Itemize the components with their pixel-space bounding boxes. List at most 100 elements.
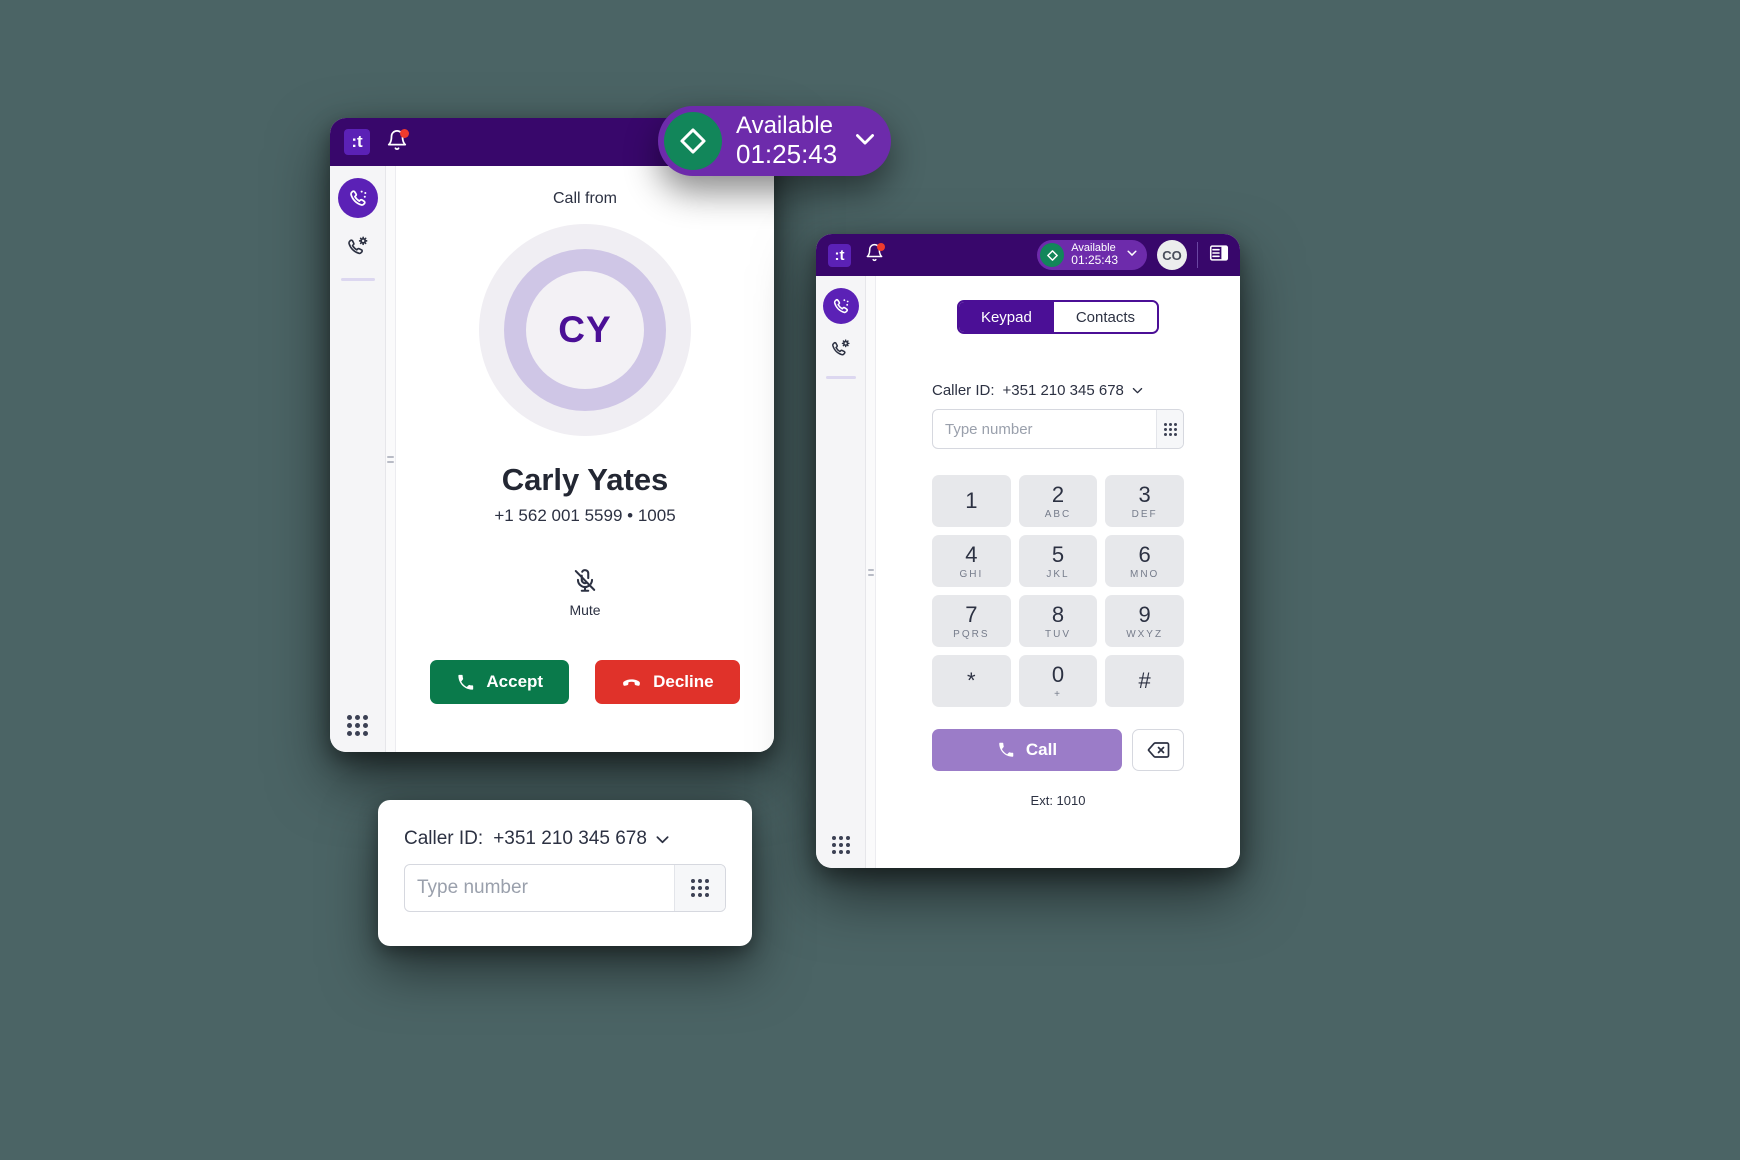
key-digit: 9 [1138, 602, 1151, 627]
tab-keypad[interactable]: Keypad [958, 302, 1054, 332]
key-letters: WXYZ [1126, 629, 1164, 640]
extension-label: Ext: 1010 [1030, 793, 1086, 808]
avatar-ring: CY [504, 249, 666, 411]
caller-id-row: Caller ID: +351 210 345 678 [932, 382, 1184, 399]
key-5[interactable]: 5 JKL [1018, 535, 1098, 587]
backspace-button[interactable] [1132, 729, 1184, 771]
caller-id-value: +351 210 345 678 [1002, 382, 1124, 399]
key-star[interactable]: * [932, 655, 1011, 707]
incoming-call-body: Call from CY Carly Yates +1 562 001 5599… [330, 166, 774, 752]
caller-id-row: Caller ID: +351 210 345 678 [404, 828, 726, 850]
caller-id-select[interactable]: +351 210 345 678 [1003, 382, 1145, 399]
status-pill[interactable]: Available 01:25:43 [658, 106, 892, 176]
mute-button[interactable]: Mute [569, 568, 601, 618]
sidebar-item-call-settings[interactable] [823, 330, 859, 366]
left-nav-rail [816, 276, 866, 868]
decline-label: Decline [653, 672, 714, 691]
number-input-group [404, 864, 726, 912]
key-9[interactable]: 9 WXYZ [1105, 595, 1184, 647]
key-8[interactable]: 8 TUV [1018, 595, 1098, 647]
call-from-label: Call from [552, 190, 617, 207]
status-text: Available 01:25:43 [1071, 242, 1118, 267]
dialer-header-right: Available 01:25:43 CO [1037, 240, 1240, 270]
status-text: Available 01:25:43 [736, 112, 837, 169]
caller-id-label: Caller ID: [932, 382, 995, 399]
key-letters: GHI [959, 569, 984, 580]
app-logo: :t [344, 129, 370, 155]
status-pill-compact[interactable]: Available 01:25:43 [1037, 240, 1147, 270]
sidebar-item-call-settings[interactable] [338, 226, 378, 266]
left-nav-rail [330, 166, 386, 752]
rail-divider [340, 278, 375, 281]
microphone-off-icon [574, 569, 596, 592]
dialer-window: :t Available 01:25:43 CO Keypad Contacts… [816, 234, 1240, 868]
sidebar-item-call-history[interactable] [822, 288, 859, 324]
accept-button[interactable]: Accept [430, 660, 570, 704]
key-digit: 0 [1051, 662, 1065, 687]
resize-grip [867, 568, 874, 576]
screen: :t Call from CY Carly Yates +1 562 001 5… [0, 0, 1740, 1160]
dialpad-icon[interactable] [1156, 410, 1183, 448]
bell-icon[interactable] [865, 243, 885, 267]
key-digit: * [967, 667, 976, 693]
key-2[interactable]: 2 ABC [1018, 475, 1098, 527]
phone-hangup-icon [623, 678, 641, 686]
panel-resize-handle[interactable] [386, 166, 396, 752]
dial-card: Caller ID: +351 210 345 678 [378, 800, 752, 946]
sidebar-item-call-history[interactable] [337, 178, 378, 218]
key-7[interactable]: 7 PQRS [932, 595, 1011, 647]
incoming-call-window: :t Call from CY Carly Yates +1 562 001 5… [330, 118, 774, 752]
key-digit: 7 [965, 602, 978, 627]
decline-button[interactable]: Decline [595, 660, 740, 704]
avatar[interactable]: CO [1157, 240, 1187, 270]
key-letters: DEF [1131, 509, 1158, 520]
key-letters: JKL [1046, 569, 1070, 580]
caller-name: Carly Yates [501, 462, 669, 497]
chevron-down-icon [656, 835, 669, 843]
chevron-down-icon[interactable] [1125, 246, 1139, 265]
accept-label: Accept [486, 672, 544, 691]
key-letters: + [1054, 689, 1062, 700]
key-4[interactable]: 4 GHI [932, 535, 1011, 587]
caller-number: +1 562 001 5599 • 1005 [494, 506, 676, 525]
notification-dot [877, 243, 885, 251]
key-0[interactable]: 0 + [1018, 655, 1098, 707]
key-6[interactable]: 6 MNO [1105, 535, 1184, 587]
dialpad-icon[interactable] [674, 865, 725, 911]
layout-panel-icon[interactable] [1208, 242, 1230, 269]
dialpad-icon[interactable] [831, 836, 850, 854]
backspace-icon [1147, 742, 1170, 758]
key-digit: # [1138, 667, 1151, 693]
key-digit: 6 [1138, 542, 1151, 567]
tab-contacts[interactable]: Contacts [1053, 302, 1158, 332]
panel-resize-handle[interactable] [866, 276, 876, 868]
dialer-tabs: Keypad Contacts [956, 300, 1160, 334]
call-button[interactable]: Call [932, 729, 1122, 771]
key-digit: 3 [1138, 482, 1151, 507]
mute-label: Mute [569, 602, 601, 618]
keypad: 1 2 ABC 3 DEF 4 GHI 5 JKL 6 MNO 7 PQRS 8 TUV 9 W… [932, 475, 1184, 707]
key-3[interactable]: 3 DEF [1105, 475, 1184, 527]
status-timer: 01:25:43 [1071, 253, 1118, 268]
key-1[interactable]: 1 [932, 475, 1011, 527]
key-digit: 2 [1051, 482, 1065, 507]
chevron-down-icon [1132, 387, 1143, 394]
key-digit: 5 [1051, 542, 1065, 567]
search-input[interactable] [405, 865, 674, 911]
key-letters: TUV [1044, 629, 1071, 640]
dialpad-icon[interactable] [347, 715, 368, 736]
caller-id-value: +351 210 345 678 [493, 828, 647, 849]
chevron-down-icon[interactable] [851, 125, 879, 158]
search-input[interactable] [933, 410, 1156, 448]
resize-grip [387, 455, 394, 463]
dialer-main: Keypad Contacts Caller ID: +351 210 345 … [876, 276, 1240, 868]
avatar-initials: CY [526, 271, 644, 389]
key-digit: 8 [1051, 602, 1065, 627]
key-hash[interactable]: # [1105, 655, 1184, 707]
dialer-header: :t Available 01:25:43 CO [816, 234, 1240, 276]
caller-avatar: CY [479, 224, 691, 436]
diamond-icon [664, 112, 722, 170]
caller-id-select[interactable]: +351 210 345 678 [493, 828, 672, 850]
bell-icon[interactable] [386, 128, 409, 156]
header-divider [1197, 242, 1198, 268]
